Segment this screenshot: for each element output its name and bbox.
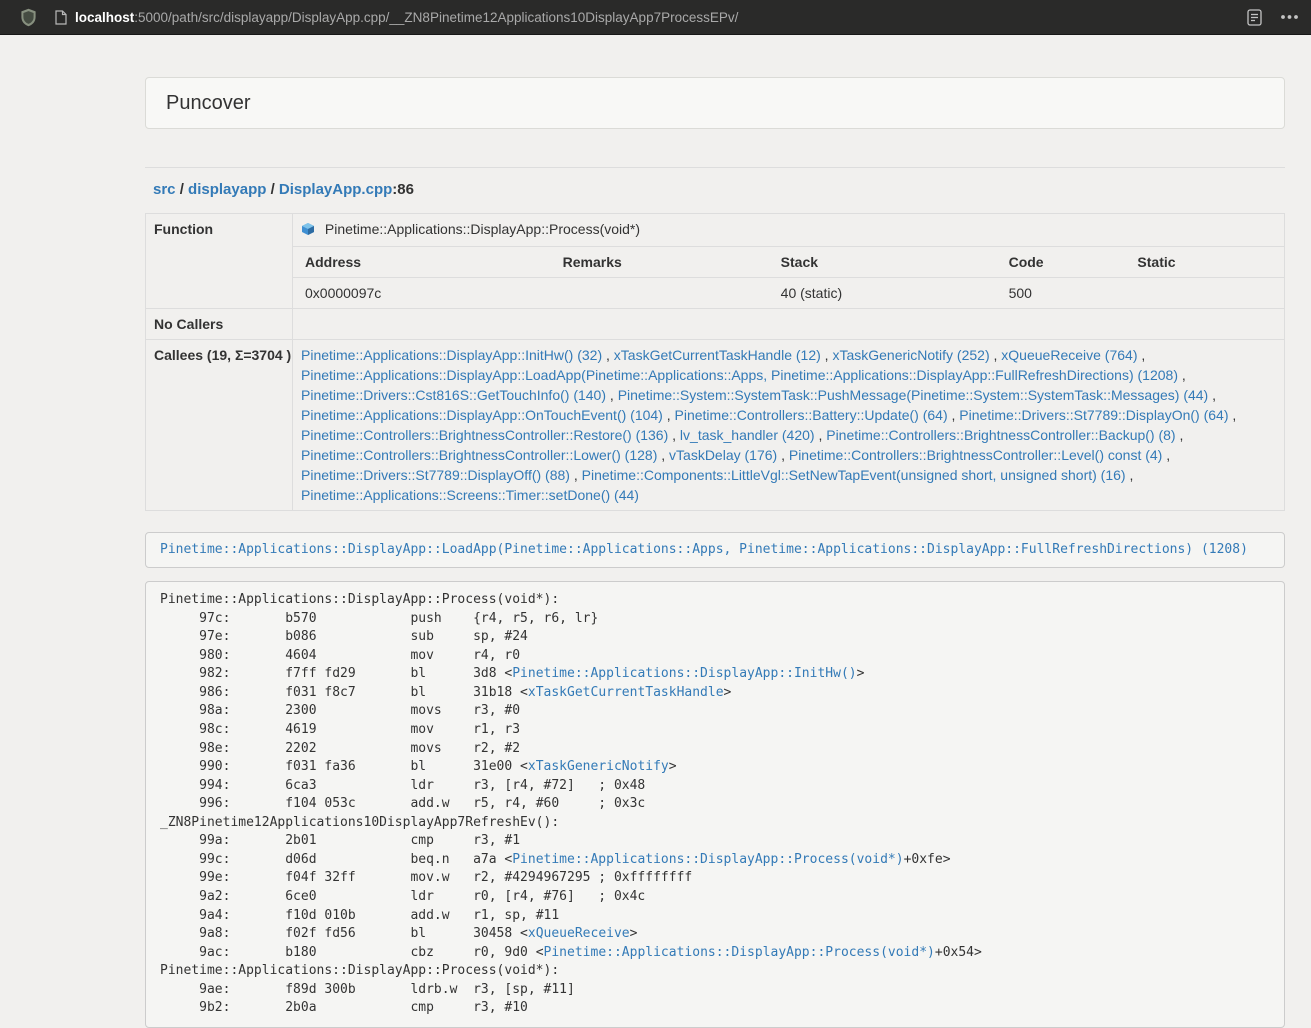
stack-value: 40 (static) (769, 278, 997, 309)
divider (145, 167, 1285, 168)
col-header-code: Code (997, 247, 1126, 278)
address-bar[interactable]: localhost:5000/path/src/displayapp/Displ… (55, 10, 738, 25)
page-icon (55, 10, 67, 25)
function-details-table: Address Remarks Stack Code Static 0x0000… (293, 247, 1284, 308)
symbol-link[interactable]: xTaskGetCurrentTaskHandle (528, 685, 724, 700)
page-title: Puncover (166, 92, 251, 115)
callee-link[interactable]: Pinetime::Controllers::BrightnessControl… (826, 427, 1175, 443)
breadcrumb-link[interactable]: displayapp (188, 181, 266, 198)
col-header-stack: Stack (769, 247, 997, 278)
no-callers-value (293, 309, 1285, 340)
url-text[interactable]: localhost:5000/path/src/displayapp/Displ… (75, 10, 738, 25)
callee-link[interactable]: lv_task_handler (420) (680, 427, 815, 443)
symbol-link[interactable]: xQueueReceive (528, 926, 630, 941)
callees-row: Callees (19, Σ=3704 ) Pinetime::Applicat… (146, 340, 1285, 511)
function-details-row: Address Remarks Stack Code Static 0x0000… (146, 247, 1285, 309)
url-host: localhost (75, 10, 134, 25)
callee-link[interactable]: Pinetime::System::SystemTask::PushMessag… (618, 387, 1209, 403)
callee-link[interactable]: Pinetime::Controllers::BrightnessControl… (301, 427, 668, 443)
callees-label: Callees (19, Σ=3704 ) (146, 340, 293, 511)
callee-link[interactable]: Pinetime::Controllers::Battery::Update()… (675, 407, 948, 423)
symbol-link[interactable]: Pinetime::Applications::DisplayApp::Proc… (544, 945, 935, 960)
symbol-link[interactable]: Pinetime::Applications::DisplayApp::Proc… (512, 852, 903, 867)
callee-link[interactable]: vTaskDelay (176) (669, 447, 777, 463)
breadcrumb: src / displayapp / DisplayApp.cpp:86 (153, 180, 1285, 200)
callee-link[interactable]: Pinetime::Drivers::St7789::DisplayOff() … (301, 467, 570, 483)
highlighted-line-well: Pinetime::Applications::DisplayApp::Load… (145, 532, 1285, 568)
callee-link[interactable]: Pinetime::Controllers::BrightnessControl… (789, 447, 1162, 463)
address-value: 0x0000097c (293, 278, 551, 309)
function-name-cell: Pinetime::Applications::DisplayApp::Proc… (293, 214, 1285, 247)
callee-link[interactable]: Pinetime::Applications::Screens::Timer::… (301, 487, 639, 503)
disassembly: Pinetime::Applications::DisplayApp::Proc… (145, 581, 1285, 1028)
breadcrumb-link[interactable]: src (153, 181, 176, 198)
function-row: Function Pinetime::Applications::Display… (146, 214, 1285, 247)
callee-link[interactable]: Pinetime::Applications::DisplayApp::Init… (301, 347, 602, 363)
static-value (1125, 278, 1284, 309)
callee-link[interactable]: Pinetime::Applications::DisplayApp::Load… (301, 367, 1178, 383)
details-header-row: Address Remarks Stack Code Static (293, 247, 1284, 278)
function-details-cell: Address Remarks Stack Code Static 0x0000… (293, 247, 1285, 309)
callee-link[interactable]: Pinetime::Drivers::Cst816S::GetTouchInfo… (301, 387, 606, 403)
app-title-panel: Puncover (145, 77, 1285, 129)
symbol-link[interactable]: xTaskGenericNotify (528, 759, 669, 774)
menu-ellipsis-icon[interactable] (1280, 14, 1299, 20)
callee-link[interactable]: xTaskGenericNotify (252) (832, 347, 989, 363)
details-value-row: 0x0000097c 40 (static) 500 (293, 278, 1284, 309)
code-value: 500 (997, 278, 1126, 309)
col-header-static: Static (1125, 247, 1284, 278)
callee-link[interactable]: Pinetime::Components::LittleVgl::SetNewT… (582, 467, 1126, 483)
page-content: Puncover src / displayapp / DisplayApp.c… (145, 35, 1285, 1028)
callee-link[interactable]: xTaskGetCurrentTaskHandle (12) (614, 347, 821, 363)
callee-link[interactable]: Pinetime::Controllers::BrightnessControl… (301, 447, 657, 463)
no-callers-label: No Callers (146, 309, 293, 340)
callees-list: Pinetime::Applications::DisplayApp::Init… (293, 340, 1285, 511)
url-path: :5000/path/src/displayapp/DisplayApp.cpp… (134, 10, 738, 25)
function-row-label: Function (146, 214, 293, 309)
no-callers-row: No Callers (146, 309, 1285, 340)
col-header-address: Address (293, 247, 551, 278)
breadcrumb-link[interactable]: DisplayApp.cpp (279, 181, 392, 198)
security-shield-icon[interactable] (20, 8, 37, 27)
col-header-remarks: Remarks (551, 247, 769, 278)
function-table: Function Pinetime::Applications::Display… (145, 213, 1285, 511)
browser-bar: localhost:5000/path/src/displayapp/Displ… (0, 0, 1311, 35)
callee-link[interactable]: xQueueReceive (764) (1001, 347, 1137, 363)
symbol-link[interactable]: Pinetime::Applications::DisplayApp::Init… (512, 666, 856, 681)
callee-link[interactable]: Pinetime::Applications::DisplayApp::OnTo… (301, 407, 663, 423)
highlighted-symbol-link[interactable]: Pinetime::Applications::DisplayApp::Load… (160, 542, 1248, 557)
remarks-value (551, 278, 769, 309)
function-symbol-icon (301, 221, 315, 241)
callee-link[interactable]: Pinetime::Drivers::St7789::DisplayOn() (… (959, 407, 1228, 423)
reader-mode-icon[interactable] (1247, 9, 1262, 26)
function-name: Pinetime::Applications::DisplayApp::Proc… (325, 221, 640, 237)
